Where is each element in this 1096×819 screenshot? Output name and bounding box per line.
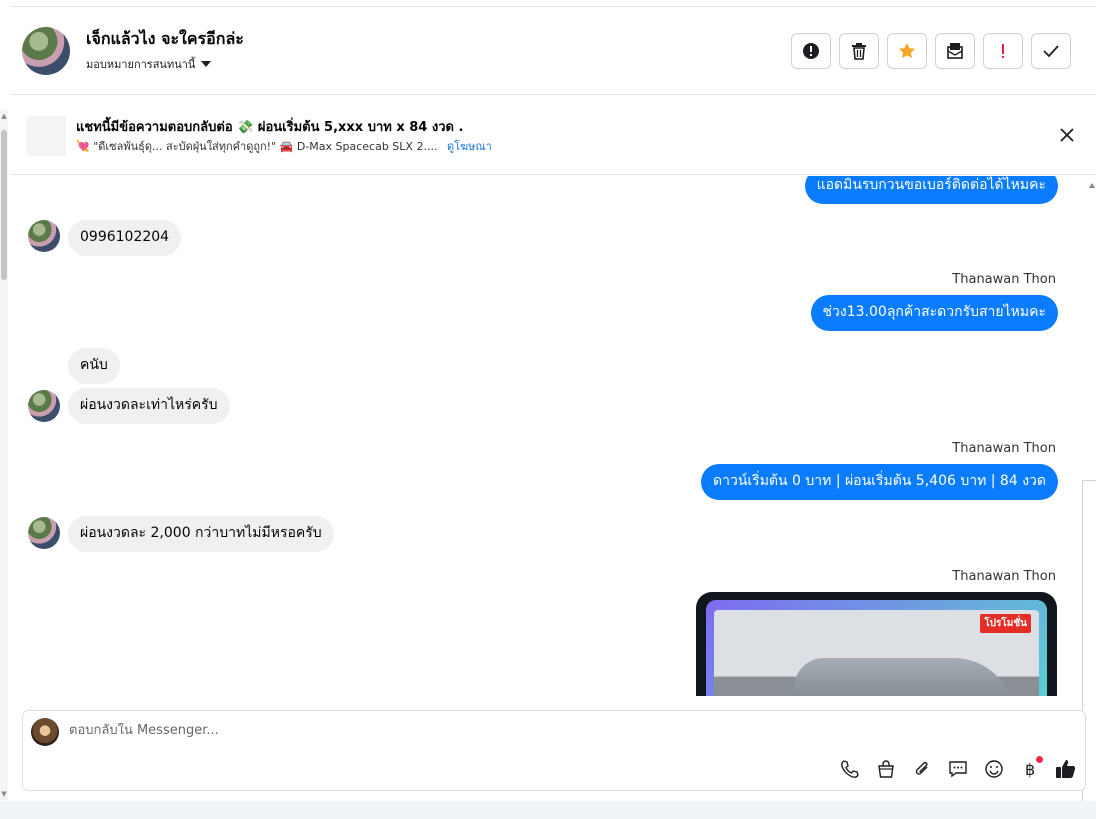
message-bubble-incoming[interactable]: 0996102204 xyxy=(68,220,182,256)
thread-scrollbar[interactable] xyxy=(1088,176,1096,476)
scroll-down-icon[interactable]: ▼ xyxy=(0,790,8,798)
view-ad-link[interactable]: ดูโฆษณา xyxy=(447,140,492,153)
scroll-thumb[interactable] xyxy=(1,130,7,280)
envelope-icon xyxy=(947,43,963,59)
assign-conversation-dropdown[interactable]: มอบหมายการสนทนานี้ xyxy=(86,55,212,73)
mark-done-button[interactable] xyxy=(1031,33,1071,69)
sender-name: Thanawan Thon xyxy=(952,569,1056,584)
star-button[interactable] xyxy=(887,33,927,69)
emoji-button[interactable] xyxy=(983,758,1005,780)
car-photo: โปรโมชั่น xyxy=(714,610,1039,696)
contact-avatar-small xyxy=(28,220,60,252)
ad-thumbnail xyxy=(26,116,66,156)
image-attachment[interactable]: โปรโมชั่น xyxy=(696,592,1057,696)
conversation-header: เจ็กแล้วไง จะใครอีกล่ะ มอบหมายการสนทนานี… xyxy=(10,6,1096,95)
message-bubble-outgoing[interactable]: ช่วง13.00ลุกค้าสะดวกรับสายไหมคะ xyxy=(810,295,1058,331)
reply-composer: ฿ xyxy=(22,710,1086,791)
mark-spam-button[interactable] xyxy=(791,33,831,69)
like-button[interactable] xyxy=(1055,758,1077,780)
message-bubble-incoming[interactable]: คนับ xyxy=(68,348,120,384)
chat-bubble-icon xyxy=(949,761,967,778)
call-button[interactable] xyxy=(839,758,861,780)
thumbs-up-icon xyxy=(1056,760,1076,778)
star-icon xyxy=(899,43,915,59)
composer-tools: ฿ xyxy=(839,756,1077,780)
window-bottom-strip xyxy=(0,801,1096,819)
scroll-up-icon[interactable]: ▲ xyxy=(0,112,8,120)
contact-avatar[interactable] xyxy=(22,27,70,75)
payment-button[interactable]: ฿ xyxy=(1019,756,1043,780)
smile-icon xyxy=(985,760,1003,778)
ad-context-banner: แชทนี้มีข้อความตอบกลับต่อ 💸 ผ่อนเริ่มต้น… xyxy=(10,96,1096,175)
saved-replies-button[interactable] xyxy=(947,758,969,780)
page-avatar xyxy=(31,718,59,746)
ad-caption: 💘 "ดีเซลพันธุ์ดุ... สะบัดฝุ่นใส่ทุกคำดูถ… xyxy=(76,140,438,153)
left-scrollbar[interactable]: ▲ ▼ xyxy=(0,110,8,800)
shop-button[interactable] xyxy=(875,758,897,780)
delete-button[interactable] xyxy=(839,33,879,69)
banner-title: แชทนี้มีข้อความตอบกลับต่อ 💸 ผ่อนเริ่มต้น… xyxy=(76,120,464,135)
check-icon xyxy=(1043,45,1059,58)
message-bubble-outgoing[interactable]: ดาวน์เริ่มต้น 0 บาท | ผ่อนเริ่มต้น 5,406… xyxy=(701,464,1058,500)
close-icon[interactable] xyxy=(1058,126,1076,144)
sender-name: Thanawan Thon xyxy=(952,441,1056,456)
banner-subtitle: 💘 "ดีเซลพันธุ์ดุ... สะบัดฝุ่นใส่ทุกคำดูถ… xyxy=(76,137,492,155)
scroll-up-icon[interactable] xyxy=(1088,182,1096,190)
message-bubble-incoming[interactable]: ผ่อนงวดละเท่าไหร่ครับ xyxy=(68,388,230,424)
image-frame: โปรโมชั่น xyxy=(706,600,1047,696)
trash-icon xyxy=(852,43,866,60)
caret-down-icon xyxy=(201,61,212,67)
messenger-app: ▲ ▼ เจ็กแล้วไง จะใครอีกล่ะ มอบหมายการสนท… xyxy=(0,0,1096,819)
exclamation-circle-icon xyxy=(803,43,819,59)
sender-name: Thanawan Thon xyxy=(952,272,1056,287)
shopping-bag-icon xyxy=(878,760,894,778)
follow-up-button[interactable] xyxy=(983,33,1023,69)
message-bubble-incoming[interactable]: ผ่อนงวดละ 2,000 กว่าบาทไม่มีหรอครับ xyxy=(68,516,334,552)
svg-text:฿: ฿ xyxy=(1025,760,1035,779)
assign-label: มอบหมายการสนทนานี้ xyxy=(86,58,196,71)
header-actions xyxy=(791,33,1071,69)
contact-avatar-small xyxy=(28,390,60,422)
contact-avatar-small xyxy=(28,517,60,549)
mark-unread-button[interactable] xyxy=(935,33,975,69)
pickup-truck-image xyxy=(794,658,1014,696)
paperclip-icon xyxy=(915,761,928,775)
contact-name[interactable]: เจ็กแล้วไง จะใครอีกล่ะ xyxy=(86,27,244,52)
promo-badge: โปรโมชั่น xyxy=(980,614,1031,633)
message-thread[interactable]: แอดมินรบกวนขอเบอร์ติดต่อได้ไหมคะ 0996102… xyxy=(10,176,1084,696)
exclamation-icon xyxy=(1002,44,1004,58)
notification-dot xyxy=(1036,756,1043,763)
reply-input[interactable] xyxy=(69,723,829,738)
message-bubble-outgoing[interactable]: แอดมินรบกวนขอเบอร์ติดต่อได้ไหมคะ xyxy=(804,176,1058,204)
phone-icon xyxy=(841,760,859,778)
attach-button[interactable] xyxy=(911,758,933,780)
